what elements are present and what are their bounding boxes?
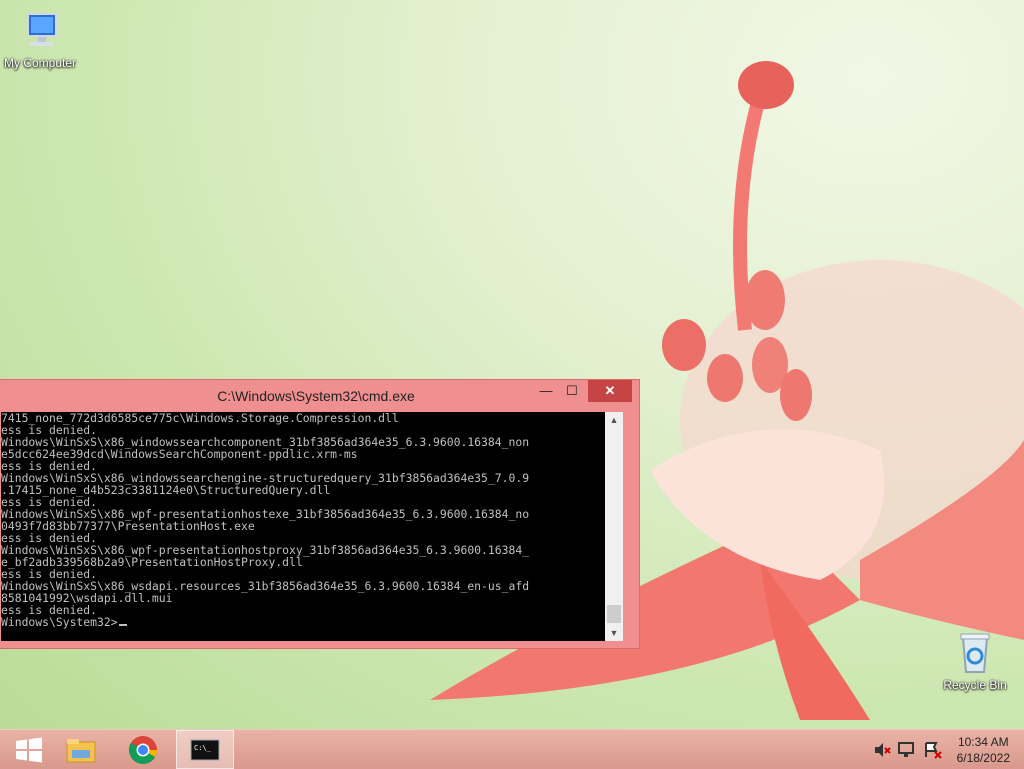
- chrome-icon: [129, 735, 157, 764]
- scroll-up-icon[interactable]: ▲: [605, 412, 623, 428]
- volume-muted-icon[interactable]: [872, 740, 892, 760]
- command-prompt-icon: C:\_: [190, 739, 220, 760]
- system-tray: [872, 730, 944, 769]
- taskbar: C:\_ 10:34 AM 6/18/2022: [0, 729, 1024, 769]
- taskbar-command-prompt[interactable]: C:\_: [176, 730, 234, 769]
- minimize-button[interactable]: —: [533, 380, 559, 402]
- cmd-window[interactable]: C:\Windows\System32\cmd.exe — ☐ ✕ 7415_n…: [0, 379, 640, 649]
- clock-date: 6/18/2022: [956, 751, 1010, 765]
- desktop-icon-my-computer[interactable]: My Computer: [0, 10, 80, 70]
- computer-icon: [27, 13, 57, 46]
- action-center-icon[interactable]: [922, 740, 944, 760]
- scroll-down-icon[interactable]: ▼: [605, 625, 623, 641]
- maximize-button[interactable]: ☐: [559, 380, 585, 402]
- file-explorer-icon: [66, 738, 96, 762]
- desktop-icon-label: My Computer: [3, 56, 77, 70]
- console-text: 7415_none_772d3d6585ce775c\Windows.Stora…: [1, 412, 530, 617]
- svg-text:C:\_: C:\_: [194, 744, 212, 752]
- desktop-icon-recycle-bin[interactable]: Recycle Bin: [935, 630, 1015, 692]
- desktop-icon-label: Recycle Bin: [943, 678, 1007, 692]
- console-output[interactable]: 7415_none_772d3d6585ce775c\Windows.Stora…: [1, 412, 605, 641]
- taskbar-file-explorer[interactable]: [52, 730, 110, 769]
- clock-time: 10:34 AM: [957, 735, 1009, 749]
- windows-start-icon: [16, 737, 42, 762]
- start-button[interactable]: [0, 730, 58, 769]
- text-cursor: [118, 624, 127, 626]
- taskbar-chrome[interactable]: [114, 730, 172, 769]
- scroll-thumb[interactable]: [607, 605, 621, 623]
- console-prompt-line[interactable]: Windows\System32>: [1, 616, 605, 628]
- system-clock[interactable]: 10:34 AM 6/18/2022: [957, 734, 1010, 766]
- console-prompt: Windows\System32>: [1, 615, 118, 629]
- recycle-bin-icon: [960, 633, 990, 673]
- vertical-scrollbar[interactable]: ▲ ▼: [605, 412, 623, 641]
- close-button[interactable]: ✕: [588, 380, 632, 402]
- network-icon[interactable]: [896, 740, 918, 760]
